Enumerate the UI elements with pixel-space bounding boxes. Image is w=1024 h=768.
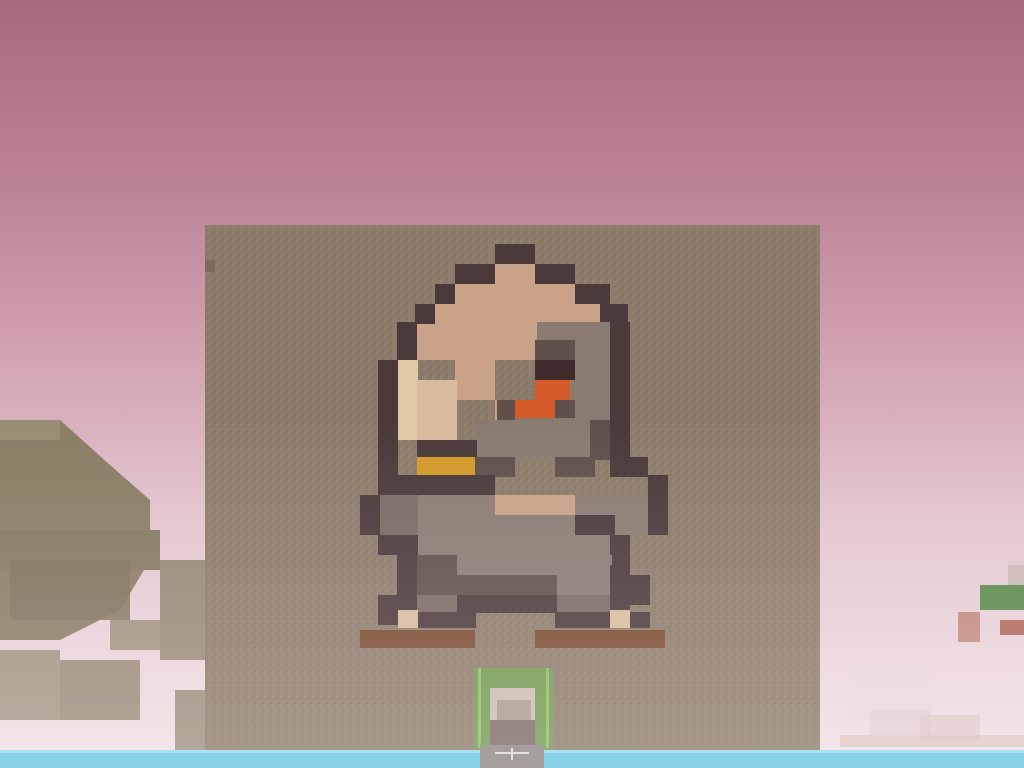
game-viewport[interactable] [0,0,1024,768]
ruined-structure-left [0,420,205,750]
doorway[interactable] [475,668,553,750]
crosshair-icon [480,745,544,768]
distant-structures-right [840,565,1024,747]
